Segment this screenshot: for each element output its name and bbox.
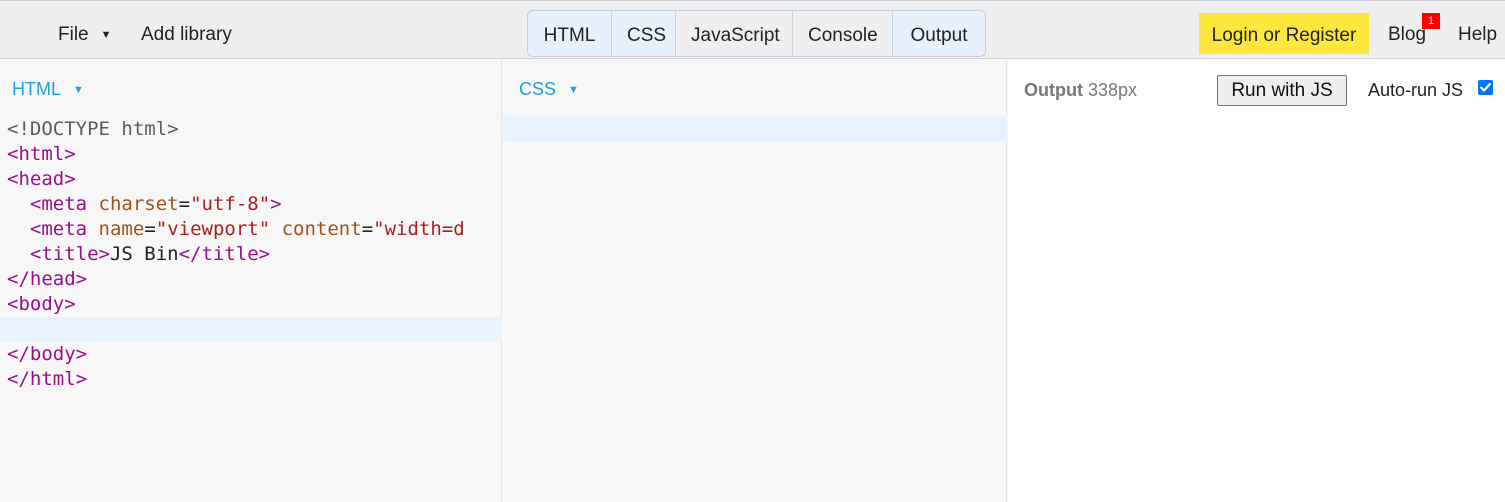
css-editor-panel[interactable]: CSS ▼: [503, 60, 1007, 502]
code-line: <head>: [7, 168, 76, 190]
checkbox-checked-icon: [1479, 82, 1492, 92]
tab-output[interactable]: Output: [893, 11, 985, 56]
panel-toggle-tabs: HTML CSS JavaScript Console Output: [527, 10, 986, 57]
top-toolbar: File ▼ Add library HTML CSS JavaScript Co…: [0, 0, 1505, 59]
active-line-highlight: [503, 116, 1007, 141]
run-with-js-button[interactable]: Run with JS: [1217, 75, 1347, 106]
blog-notification-badge: 1: [1422, 13, 1440, 29]
autorun-checkbox[interactable]: [1478, 80, 1493, 95]
css-panel-label: CSS: [519, 79, 557, 99]
css-panel-menu[interactable]: CSS ▼: [519, 79, 579, 100]
add-library-button[interactable]: Add library: [141, 1, 232, 59]
file-menu[interactable]: File ▼: [58, 1, 112, 59]
code-line: <meta charset="utf-8">: [29, 193, 282, 215]
html-editor-panel[interactable]: HTML ▼ <!DOCTYPE html> <html> <head> <meta …: [0, 60, 502, 502]
output-panel: Output 338px Run with JS Auto-run JS: [1008, 60, 1505, 502]
code-line: <html>: [7, 143, 76, 165]
tab-javascript[interactable]: JavaScript: [676, 11, 793, 56]
code-line: </html>: [7, 368, 88, 390]
caret-down-icon: ▼: [100, 29, 112, 41]
tab-css[interactable]: CSS: [612, 11, 676, 56]
html-code-editor[interactable]: <!DOCTYPE html> <html> <head> <meta charse…: [7, 117, 465, 392]
code-line: <meta name="viewport" content="width=d: [29, 218, 465, 240]
code-line: </body>: [7, 343, 88, 365]
login-register-button[interactable]: Login or Register: [1199, 13, 1369, 54]
caret-down-icon: ▼: [73, 84, 84, 96]
html-panel-menu[interactable]: HTML ▼: [12, 79, 84, 100]
output-title: Output: [1024, 80, 1083, 100]
blog-link[interactable]: Blog: [1388, 1, 1426, 59]
html-panel-label: HTML: [12, 79, 61, 99]
output-width: 338px: [1088, 80, 1138, 100]
code-line: </head>: [7, 268, 88, 290]
code-line: <!DOCTYPE html>: [7, 118, 179, 140]
file-menu-label: File: [58, 24, 89, 45]
output-size-label: Output 338px: [1024, 80, 1137, 101]
code-line: <body>: [7, 293, 76, 315]
code-line: <title>JS Bin</title>: [29, 243, 271, 265]
autorun-label: Auto-run JS: [1368, 80, 1464, 100]
caret-down-icon: ▼: [568, 84, 579, 96]
help-link[interactable]: Help: [1458, 1, 1497, 59]
tab-console[interactable]: Console: [793, 11, 893, 56]
tab-html[interactable]: HTML: [528, 11, 612, 56]
